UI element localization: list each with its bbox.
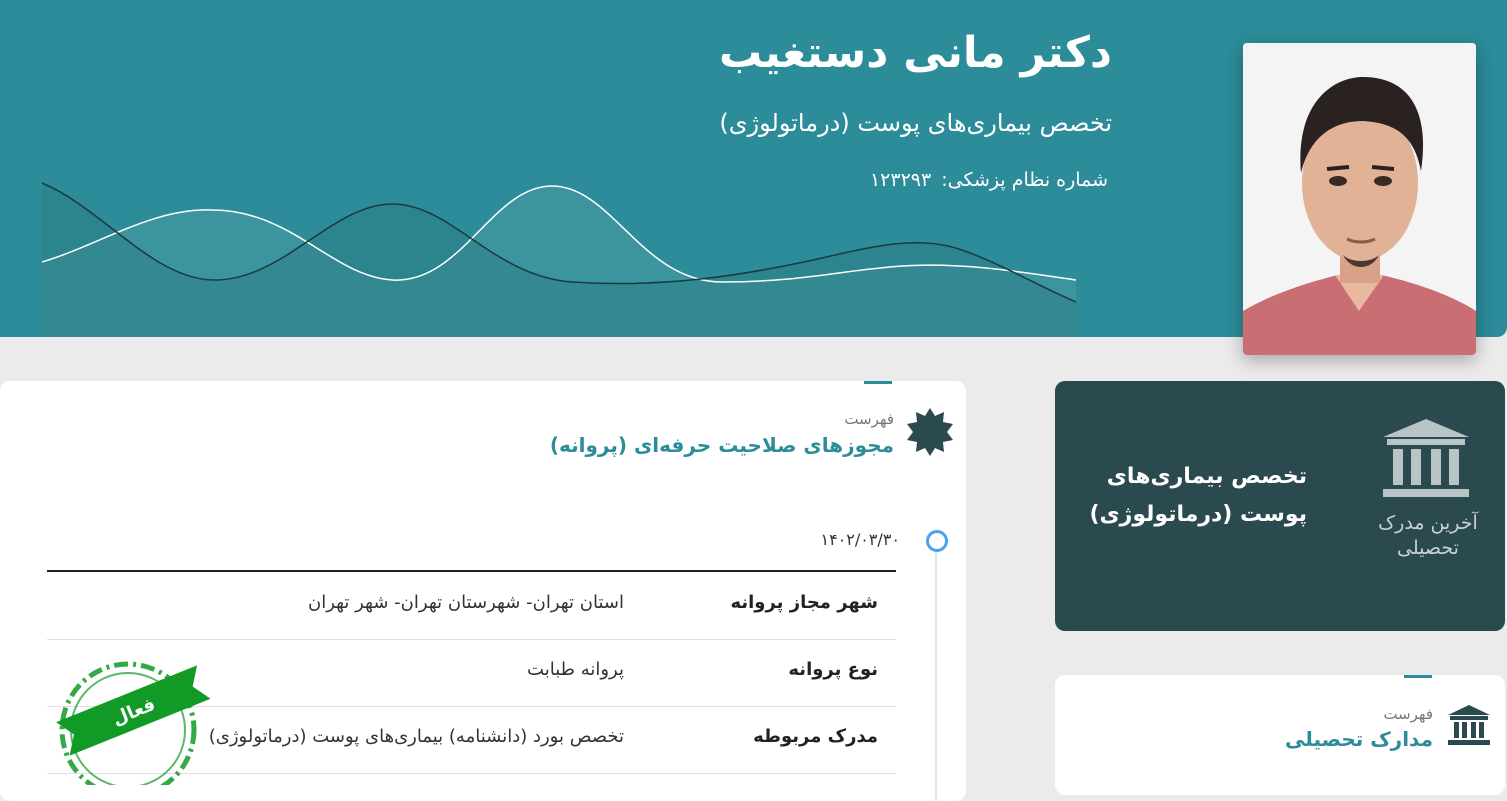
row-value: پروانه طبابت <box>527 659 624 680</box>
registration-label: شماره نظام پزشکی: <box>941 169 1108 191</box>
degrees-kicker: فهرست <box>1383 705 1433 723</box>
doctor-specialty: تخصص بیماری‌های پوست (درماتولوژی) <box>719 109 1112 137</box>
portrait-image <box>1243 43 1476 355</box>
latest-degree-card[interactable]: آخرین مدرک تحصیلی تخصص بیماری‌های پوست (… <box>1055 381 1505 631</box>
bank-icon <box>1448 705 1490 745</box>
active-stamp-icon: فعال <box>56 661 211 785</box>
badge-icon <box>907 408 953 456</box>
doctor-name: دکتر مانی دستغیب <box>719 28 1112 78</box>
degrees-title[interactable]: مدارک تحصیلی <box>1285 727 1433 751</box>
timeline-dot <box>926 530 948 552</box>
doctor-photo <box>1243 43 1476 355</box>
row-value: تخصص بورد (دانشنامه) بیماری‌های پوست (در… <box>208 726 624 747</box>
registration-number: ۱۲۳۲۹۳ <box>869 169 932 191</box>
decorative-waves <box>42 182 1076 337</box>
license-date: ۱۴۰۲/۰۳/۳۰ <box>820 530 900 549</box>
latest-degree-label: آخرین مدرک تحصیلی <box>1378 512 1478 559</box>
timeline-line <box>935 541 937 801</box>
licenses-title[interactable]: مجوزهای صلاحیت حرفه‌ای (پروانه) <box>550 433 894 457</box>
section-accent <box>1404 675 1432 678</box>
section-accent <box>864 381 892 384</box>
latest-degree-title: تخصص بیماری‌های پوست (درماتولوژی) <box>1089 464 1307 527</box>
row-key: مدرک مربوطه <box>753 726 878 747</box>
licenses-kicker: فهرست <box>844 410 894 428</box>
profile-header: دکتر مانی دستغیب تخصص بیماری‌های پوست (د… <box>0 0 1507 355</box>
row-key: شهر مجاز پروانه <box>730 592 878 613</box>
row-value: استان تهران- شهرستان تهران- شهر تهران <box>307 592 624 613</box>
row-key: نوع پروانه <box>788 659 878 680</box>
bank-icon <box>1383 419 1469 499</box>
degrees-section: فهرست مدارک تحصیلی <box>1055 675 1505 795</box>
table-row: شهر مجاز پروانه استان تهران- شهرستان تهر… <box>47 572 896 640</box>
medical-registration: شماره نظام پزشکی: ۱۲۳۲۹۳ <box>870 169 1112 191</box>
